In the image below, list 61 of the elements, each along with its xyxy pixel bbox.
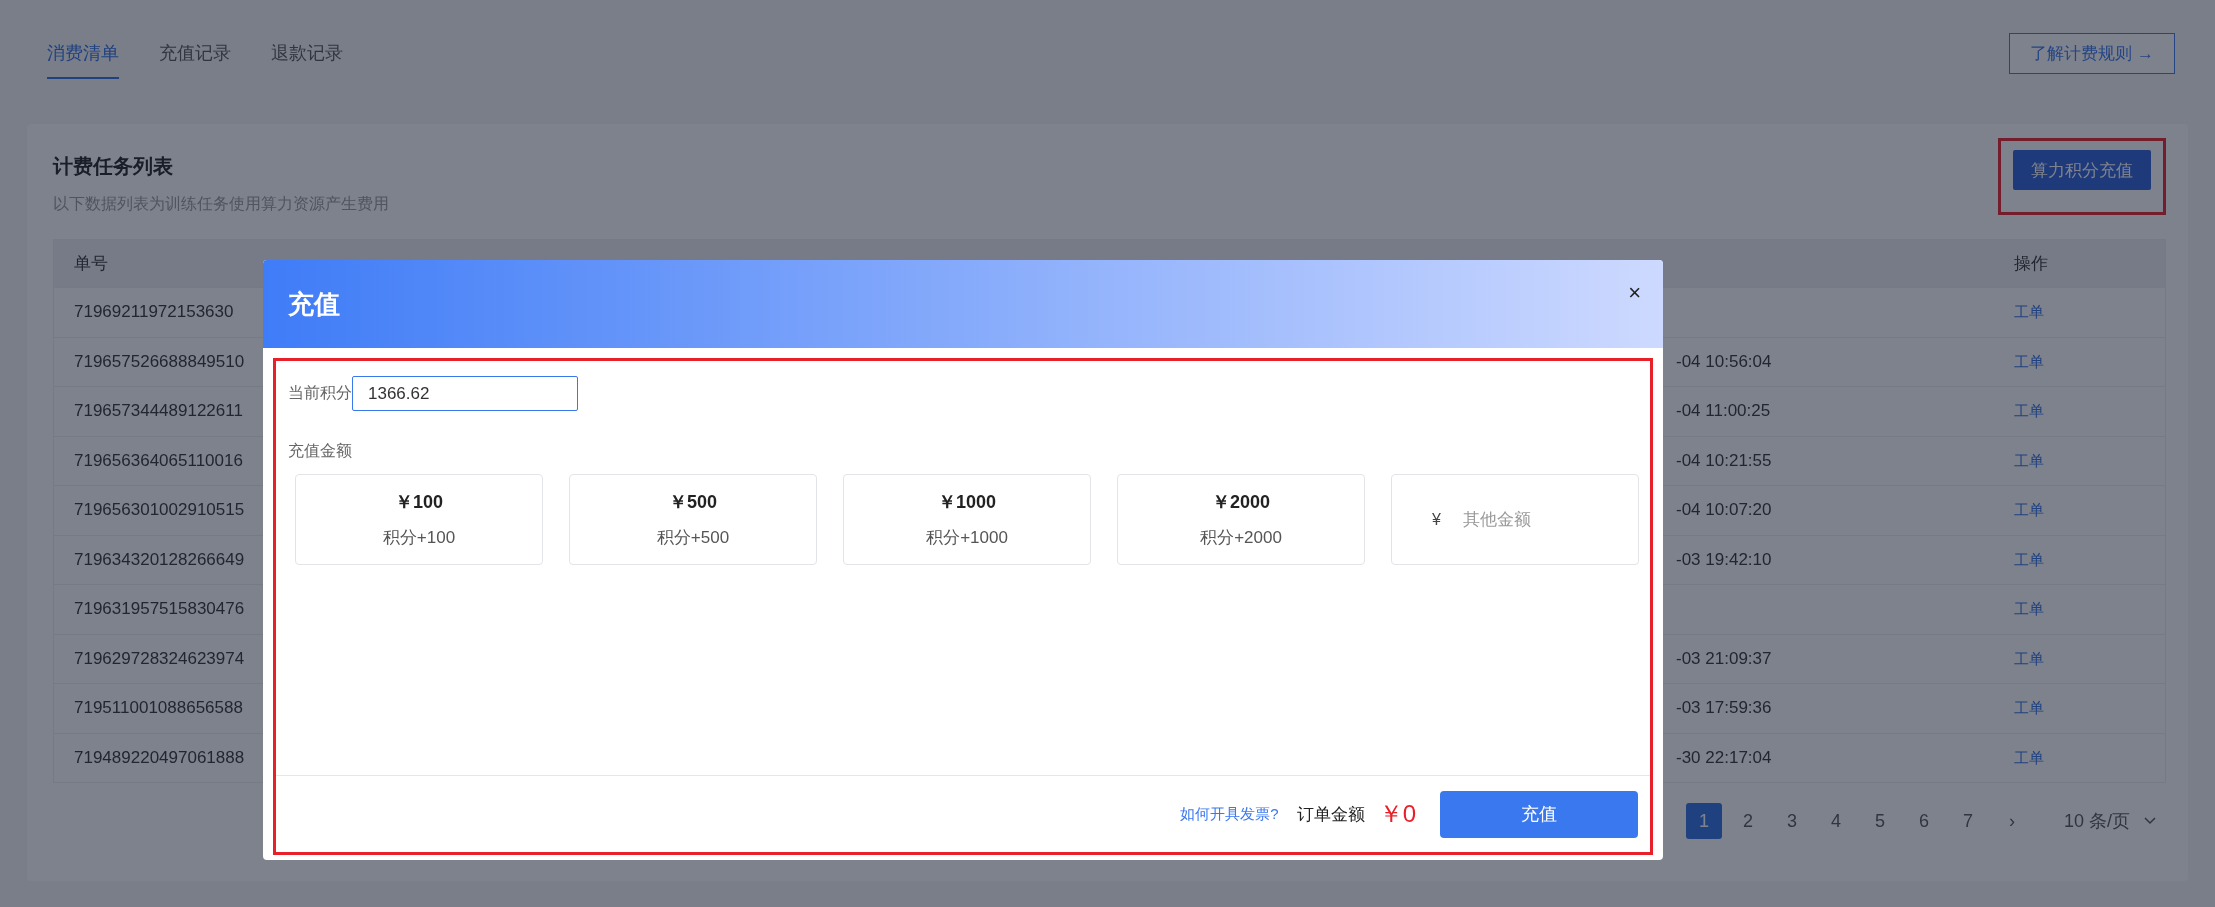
- page-size-select[interactable]: 10 条/页: [2063, 809, 2156, 833]
- table-cell: 719511001088656588: [74, 698, 243, 719]
- table-cell: 719657344489122611: [74, 401, 243, 422]
- table-cell: -04 11:00:25: [1676, 401, 1771, 422]
- recharge-button[interactable]: 算力积分充值: [2013, 150, 2151, 190]
- table-cell: 71969211972153630: [74, 302, 234, 323]
- tab[interactable]: 消费清单: [47, 41, 119, 79]
- table-cell: 719489220497061888: [74, 747, 245, 768]
- order-total-value: ￥0: [1378, 799, 1416, 829]
- tab[interactable]: 退款记录: [271, 41, 343, 79]
- ticket-link[interactable]: 工单: [2014, 699, 2044, 717]
- amount-label: 充值金额: [288, 441, 353, 461]
- next-page-button[interactable]: ›: [1993, 803, 2030, 839]
- card-title: 计费任务列表: [53, 154, 174, 179]
- order-total-label: 订单金额: [1296, 803, 1365, 826]
- page-button[interactable]: 5: [1861, 803, 1898, 839]
- invoice-link[interactable]: 如何开具发票?: [1180, 804, 1279, 824]
- table-cell: -04 10:21:55: [1676, 450, 1772, 471]
- table-cell: -03 21:09:37: [1676, 648, 1772, 669]
- chevron-down-icon: [2144, 817, 2156, 825]
- currency-sign: ¥: [1432, 510, 1441, 529]
- table-cell: -03 19:42:10: [1676, 549, 1772, 570]
- ticket-link[interactable]: 工单: [2014, 649, 2044, 667]
- table-cell: 719631957515830476: [74, 599, 245, 620]
- table-cell: -30 22:17:04: [1676, 747, 1772, 768]
- amount-option[interactable]: ¥ 其他金额: [1391, 474, 1639, 565]
- table-cell: -03 17:59:36: [1676, 698, 1772, 719]
- column-header: 操作: [2014, 253, 2049, 275]
- tab[interactable]: 充值记录: [159, 41, 231, 79]
- close-button[interactable]: ×: [1620, 276, 1649, 310]
- ticket-link[interactable]: 工单: [2014, 748, 2044, 766]
- amount-option[interactable]: ￥100 积分+100: [295, 474, 543, 565]
- page-button[interactable]: 7: [1949, 803, 1986, 839]
- ticket-link[interactable]: 工单: [2014, 352, 2044, 370]
- table-cell: -04 10:56:04: [1676, 351, 1772, 372]
- page-button[interactable]: 3: [1773, 803, 1810, 839]
- balance-label: 当前积分: [288, 383, 352, 403]
- submit-button[interactable]: 充值: [1440, 790, 1638, 838]
- table-cell: -04 10:07:20: [1676, 500, 1772, 521]
- ticket-link[interactable]: 工单: [2014, 451, 2044, 469]
- amount-option[interactable]: ￥2000 积分+2000: [1117, 474, 1365, 565]
- amount-option[interactable]: ￥1000 积分+1000: [843, 474, 1091, 565]
- billing-rules-button[interactable]: 了解计费规则 →: [2009, 33, 2175, 74]
- ticket-link[interactable]: 工单: [2014, 600, 2044, 618]
- ticket-link[interactable]: 工单: [2014, 303, 2044, 321]
- amount-option[interactable]: ￥500 积分+500: [569, 474, 817, 565]
- table-cell: 719656301002910515: [74, 500, 245, 521]
- page-button[interactable]: 6: [1905, 803, 1942, 839]
- balance-field[interactable]: 1366.62: [352, 376, 578, 411]
- ticket-link[interactable]: 工单: [2014, 501, 2044, 519]
- table-cell: 719629728324623974: [74, 648, 245, 669]
- dialog-title: 充值: [288, 288, 340, 321]
- page-button[interactable]: 4: [1817, 803, 1854, 839]
- table-cell: 719656364065110016: [74, 450, 243, 471]
- ticket-link[interactable]: 工单: [2014, 550, 2044, 568]
- page-button[interactable]: 1: [1685, 803, 1722, 839]
- table-cell: 719634320128266649: [74, 549, 245, 570]
- ticket-link[interactable]: 工单: [2014, 402, 2044, 420]
- column-header: 单号: [73, 253, 109, 275]
- table-cell: 719657526688849510: [74, 351, 245, 372]
- page-button[interactable]: 2: [1729, 803, 1766, 839]
